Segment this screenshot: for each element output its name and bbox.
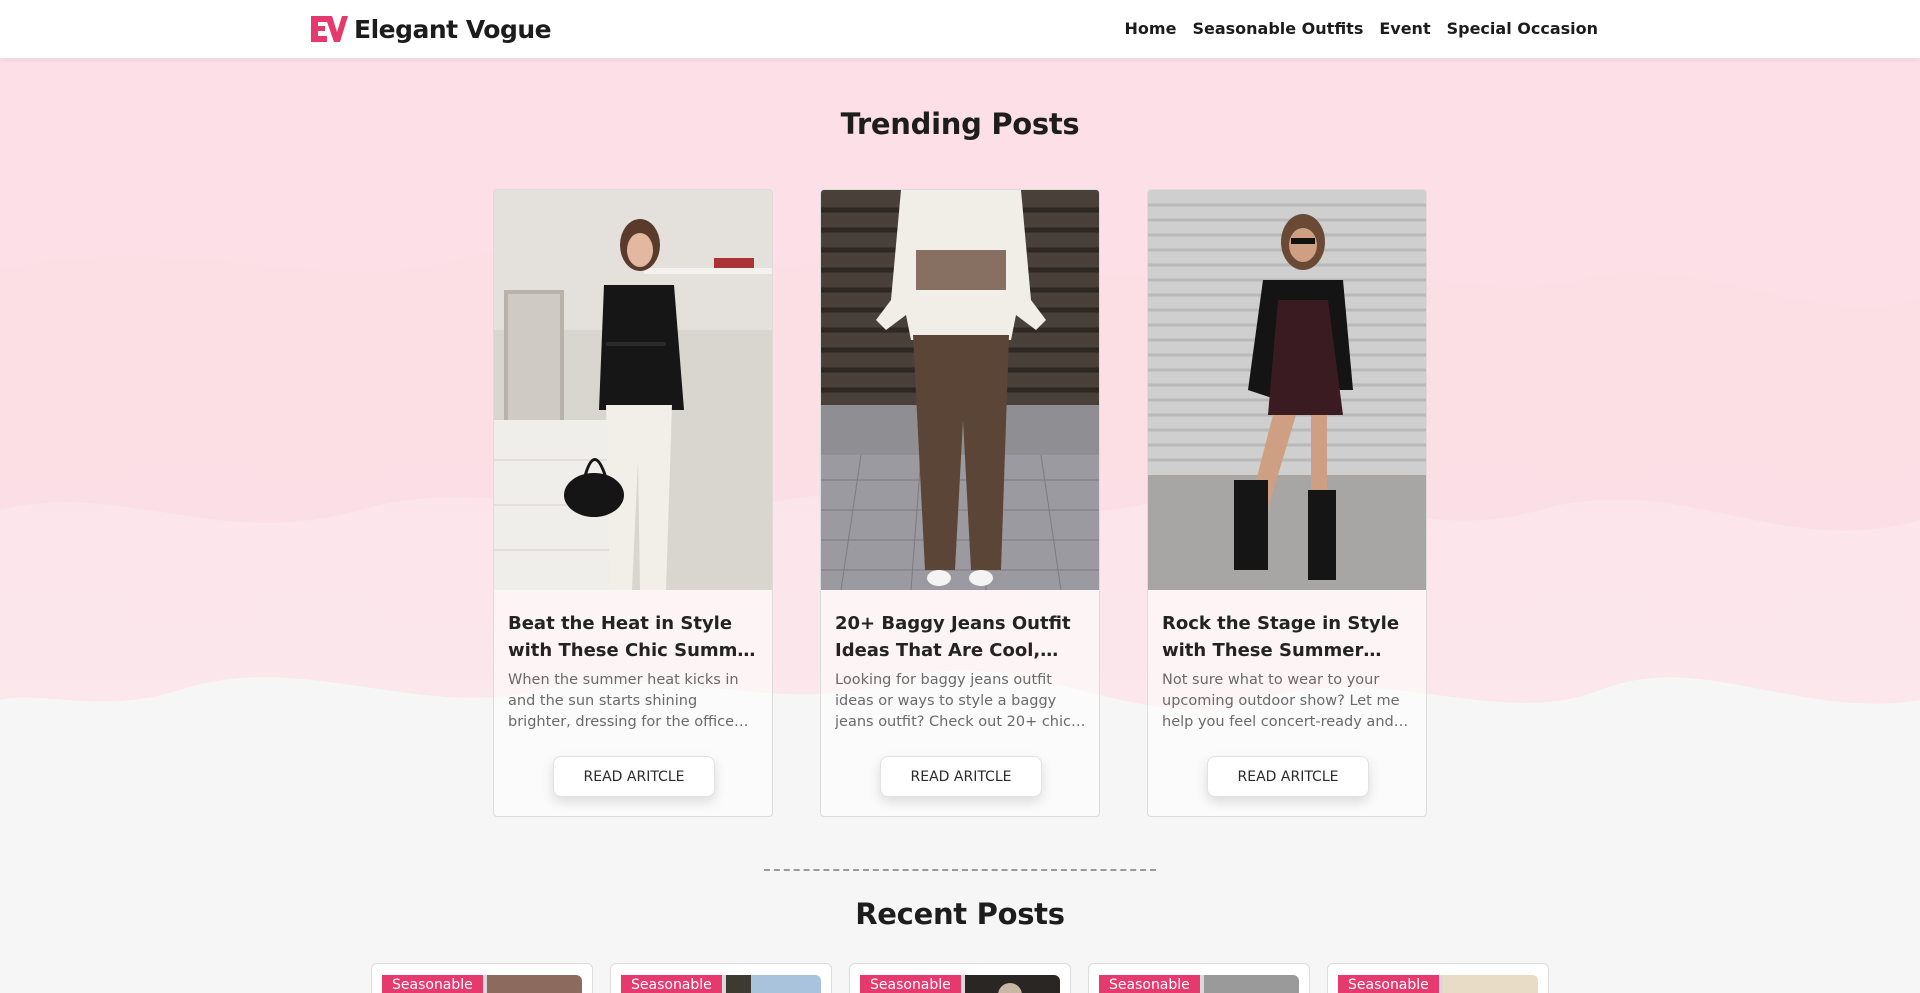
category-badge[interactable]: Seasonable bbox=[1099, 975, 1200, 993]
card-image[interactable] bbox=[494, 190, 772, 590]
card-excerpt: When the summer heat kicks in and the su… bbox=[508, 672, 739, 730]
recent-card[interactable]: Seasonable bbox=[849, 963, 1071, 993]
nav-special-occasion[interactable]: Special Occasion bbox=[1447, 19, 1598, 38]
recent-posts-title: Recent Posts bbox=[855, 897, 1065, 931]
nav-seasonable-outfits[interactable]: Seasonable Outfits bbox=[1192, 19, 1363, 38]
card-title[interactable]: Rock the Stage in Style with These Summe… bbox=[1162, 610, 1414, 664]
card-title[interactable]: 20+ Baggy Jeans Outfit Ideas That Are Co… bbox=[835, 610, 1087, 664]
recent-card[interactable]: Seasonable bbox=[371, 963, 593, 993]
recent-card[interactable]: Seasonable bbox=[1327, 963, 1549, 993]
category-badge[interactable]: Seasonable bbox=[1338, 975, 1439, 993]
main-nav: Home Seasonable Outfits Event Special Oc… bbox=[1125, 19, 1598, 38]
nav-home[interactable]: Home bbox=[1125, 19, 1177, 38]
card-title[interactable]: Beat the Heat in Style with These Chic S… bbox=[508, 610, 760, 664]
card-excerpt: Not sure what to wear to your upcoming o… bbox=[1162, 672, 1400, 730]
category-badge[interactable]: Seasonable bbox=[382, 975, 483, 993]
category-badge[interactable]: Seasonable bbox=[860, 975, 961, 993]
recent-card[interactable]: Seasonable bbox=[1088, 963, 1310, 993]
category-badge[interactable]: Seasonable bbox=[621, 975, 722, 993]
card-image[interactable] bbox=[1148, 190, 1426, 590]
site-header: Elegant Vogue Home Seasonable Outfits Ev… bbox=[0, 0, 1920, 58]
section-divider bbox=[764, 869, 1156, 871]
read-article-button[interactable]: READ ARITCLE bbox=[880, 756, 1042, 797]
trending-card: Rock the Stage in Style with These Summe… bbox=[1147, 189, 1427, 817]
trending-card: 20+ Baggy Jeans Outfit Ideas That Are Co… bbox=[820, 189, 1100, 817]
nav-event[interactable]: Event bbox=[1379, 19, 1430, 38]
read-article-button[interactable]: READ ARITCLE bbox=[1207, 756, 1369, 797]
site-logo[interactable]: Elegant Vogue bbox=[311, 12, 552, 46]
site-name: Elegant Vogue bbox=[354, 14, 552, 44]
card-image[interactable] bbox=[821, 190, 1099, 590]
read-article-button[interactable]: READ ARITCLE bbox=[553, 756, 715, 797]
card-excerpt: Looking for baggy jeans outfit ideas or … bbox=[835, 672, 1072, 730]
trending-posts-title: Trending Posts bbox=[840, 107, 1080, 141]
recent-card[interactable]: Seasonable bbox=[610, 963, 832, 993]
trending-card: Beat the Heat in Style with These Chic S… bbox=[493, 189, 773, 817]
logo-mark-icon bbox=[311, 16, 348, 42]
